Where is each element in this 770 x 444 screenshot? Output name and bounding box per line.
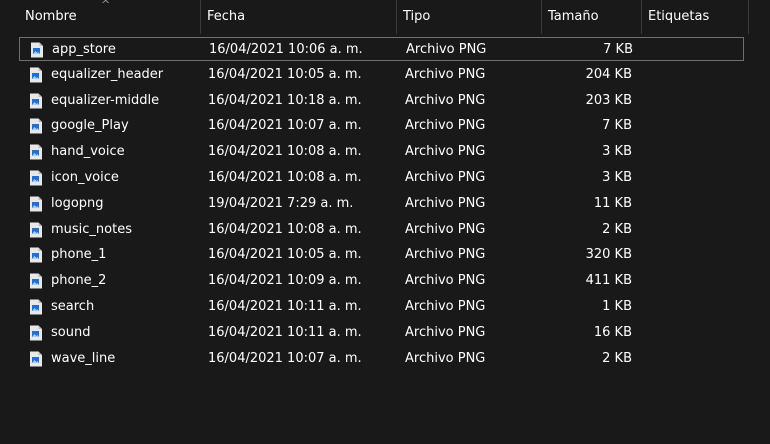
file-date: 16/04/2021 10:05 a. m.	[208, 66, 362, 82]
file-type: Archivo PNG	[405, 221, 486, 237]
column-header-size-label: Tamaño	[548, 9, 599, 24]
file-type: Archivo PNG	[405, 350, 486, 366]
column-header-size[interactable]: Tamaño	[542, 0, 642, 34]
file-row[interactable]: search 16/04/2021 10:11 a. m. Archivo PNG 1…	[19, 295, 744, 319]
file-size: 320 KB	[585, 247, 632, 263]
file-row[interactable]: sound 16/04/2021 10:11 a. m. Archivo PNG 16…	[19, 321, 744, 345]
file-name: app_store	[52, 42, 116, 57]
file-row[interactable]: equalizer_header 16/04/2021 10:05 a. m. Ar…	[19, 63, 744, 87]
file-row[interactable]: icon_voice 16/04/2021 10:08 a. m. Archivo …	[19, 166, 744, 190]
file-date: 16/04/2021 10:08 a. m.	[208, 144, 362, 160]
column-header-date[interactable]: Fecha	[201, 0, 397, 34]
file-name: music_notes	[51, 221, 132, 237]
file-date: 16/04/2021 10:07 a. m.	[208, 350, 362, 366]
column-header-type-label: Tipo	[403, 9, 431, 24]
file-type: Archivo PNG	[405, 195, 486, 211]
file-type: Archivo PNG	[405, 66, 486, 82]
file-type: Archivo PNG	[405, 299, 486, 314]
png-image-file-icon	[29, 299, 43, 315]
file-type: Archivo PNG	[405, 118, 486, 134]
file-row[interactable]: wave_line 16/04/2021 10:07 a. m. Archivo P…	[19, 347, 744, 371]
file-name: google_Play	[51, 118, 129, 134]
column-header-name-label: Nombre	[25, 9, 77, 24]
file-row[interactable]: app_store 16/04/2021 10:06 a. m. Archivo P…	[19, 37, 744, 61]
column-header-bar: Nombre ^ Fecha Tipo Tamaño Etiquetas	[0, 0, 770, 34]
column-header-type[interactable]: Tipo	[397, 0, 542, 34]
file-size: 11 KB	[593, 195, 632, 211]
column-header-name[interactable]: Nombre ^	[19, 0, 201, 34]
file-name: wave_line	[51, 350, 116, 366]
file-date: 16/04/2021 10:08 a. m.	[208, 221, 362, 237]
file-name: phone_2	[51, 273, 107, 289]
file-size: 1 KB	[602, 299, 632, 314]
file-date: 16/04/2021 10:08 a. m.	[208, 170, 362, 185]
file-type: Archivo PNG	[405, 273, 486, 289]
png-image-file-icon	[29, 247, 43, 263]
file-date: 16/04/2021 10:18 a. m.	[208, 92, 362, 108]
file-date: 16/04/2021 10:09 a. m.	[208, 273, 362, 289]
file-row[interactable]: hand_voice 16/04/2021 10:08 a. m. Archivo …	[19, 140, 744, 164]
png-image-file-icon	[29, 67, 43, 83]
file-size: 3 KB	[602, 144, 632, 160]
file-type: Archivo PNG	[405, 144, 486, 160]
file-type: Archivo PNG	[406, 42, 487, 57]
file-type: Archivo PNG	[405, 170, 486, 185]
png-image-file-icon	[29, 325, 43, 341]
file-size: 2 KB	[602, 221, 632, 237]
png-image-file-icon	[29, 273, 43, 289]
file-size: 203 KB	[585, 92, 632, 108]
file-size: 2 KB	[602, 350, 632, 366]
file-size: 7 KB	[603, 42, 633, 57]
file-size: 204 KB	[585, 66, 632, 82]
file-name: phone_1	[51, 247, 107, 263]
file-date: 19/04/2021 7:29 a. m.	[208, 195, 354, 211]
png-image-file-icon	[29, 170, 43, 186]
file-explorer-details-view: Nombre ^ Fecha Tipo Tamaño Etiquetas app…	[0, 0, 770, 444]
file-type: Archivo PNG	[405, 247, 486, 263]
file-size: 3 KB	[602, 170, 632, 185]
file-row[interactable]: phone_1 16/04/2021 10:05 a. m. Archivo PNG…	[19, 243, 744, 267]
file-row[interactable]: equalizer-middle 16/04/2021 10:18 a. m. Ar…	[19, 89, 744, 113]
file-size: 16 KB	[593, 324, 632, 340]
file-name: hand_voice	[51, 144, 125, 160]
file-row[interactable]: phone_2 16/04/2021 10:09 a. m. Archivo PNG…	[19, 269, 744, 293]
column-header-date-label: Fecha	[207, 9, 246, 24]
file-size: 7 KB	[602, 118, 632, 134]
file-row[interactable]: logopng 19/04/2021 7:29 a. m. Archivo PNG 1…	[19, 192, 744, 216]
file-date: 16/04/2021 10:11 a. m.	[208, 324, 362, 340]
png-image-file-icon	[29, 222, 43, 238]
file-size: 411 KB	[585, 273, 632, 289]
file-name: equalizer_header	[51, 66, 164, 82]
file-name: sound	[51, 324, 91, 340]
file-name: search	[51, 299, 95, 314]
png-image-file-icon	[30, 42, 44, 58]
file-date: 16/04/2021 10:05 a. m.	[208, 247, 362, 263]
sort-up-icon: ^	[101, 0, 111, 11]
file-date: 16/04/2021 10:06 a. m.	[209, 42, 363, 57]
file-row[interactable]: music_notes 16/04/2021 10:08 a. m. Archivo…	[19, 218, 744, 242]
file-type: Archivo PNG	[405, 324, 486, 340]
file-type: Archivo PNG	[405, 92, 486, 108]
png-image-file-icon	[29, 93, 43, 109]
file-name: logopng	[51, 195, 104, 211]
file-row[interactable]: google_Play 16/04/2021 10:07 a. m. Archivo…	[19, 114, 744, 138]
file-date: 16/04/2021 10:11 a. m.	[208, 299, 362, 314]
file-date: 16/04/2021 10:07 a. m.	[208, 118, 362, 134]
png-image-file-icon	[29, 196, 43, 212]
column-header-tags-label: Etiquetas	[648, 9, 710, 24]
png-image-file-icon	[29, 118, 43, 134]
file-name: equalizer-middle	[51, 92, 160, 108]
file-name: icon_voice	[51, 170, 119, 185]
png-image-file-icon	[29, 351, 43, 367]
png-image-file-icon	[29, 144, 43, 160]
column-header-tags[interactable]: Etiquetas	[642, 0, 749, 34]
